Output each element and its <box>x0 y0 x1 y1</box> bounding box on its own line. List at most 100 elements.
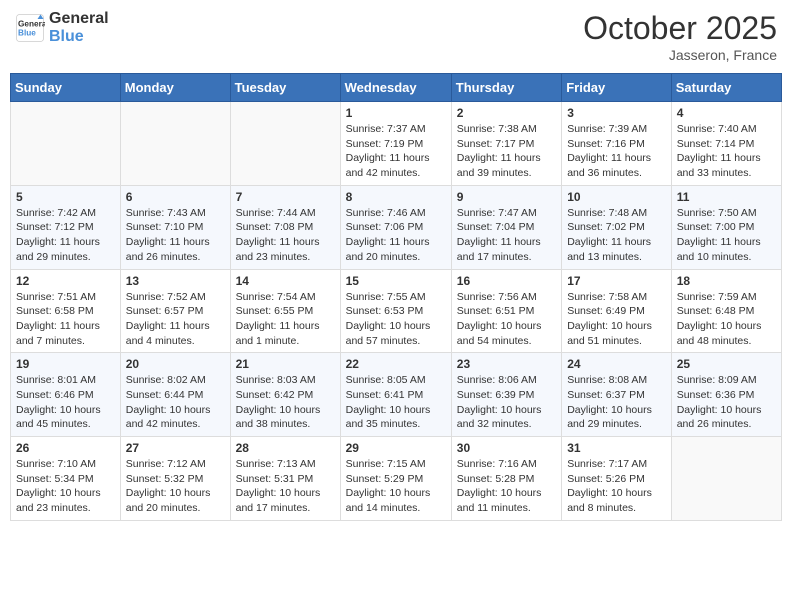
title-section: October 2025 Jasseron, France <box>583 10 777 63</box>
day-number: 3 <box>567 106 666 120</box>
day-number: 24 <box>567 357 666 371</box>
day-info: Sunrise: 8:01 AM Sunset: 6:46 PM Dayligh… <box>16 373 115 432</box>
day-info: Sunrise: 7:17 AM Sunset: 5:26 PM Dayligh… <box>567 457 666 516</box>
day-number: 2 <box>457 106 556 120</box>
calendar-cell: 31 Sunrise: 7:17 AM Sunset: 5:26 PM Dayli… <box>562 437 672 521</box>
day-number: 5 <box>16 190 115 204</box>
day-info: Sunrise: 7:37 AM Sunset: 7:19 PM Dayligh… <box>346 122 446 181</box>
day-info: Sunrise: 8:06 AM Sunset: 6:39 PM Dayligh… <box>457 373 556 432</box>
calendar-cell: 4Sunrise: 7:40 AM Sunset: 7:14 PM Daylig… <box>671 102 781 186</box>
svg-text:General: General <box>18 19 45 28</box>
day-info: Sunrise: 7:47 AM Sunset: 7:04 PM Dayligh… <box>457 206 556 265</box>
day-number: 16 <box>457 274 556 288</box>
logo-general-text: General <box>49 10 109 28</box>
day-number: 1 <box>346 106 446 120</box>
day-number: 8 <box>346 190 446 204</box>
calendar-week-5: 26Sunrise: 7:10 AM Sunset: 5:34 PM Dayli… <box>11 437 782 521</box>
day-number: 30 <box>457 441 556 455</box>
calendar-cell: 25 Sunrise: 8:09 AM Sunset: 6:36 PM Dayli… <box>671 353 781 437</box>
logo-icon: General Blue <box>15 13 45 43</box>
day-info: Sunrise: 7:15 AM Sunset: 5:29 PM Dayligh… <box>346 457 446 516</box>
calendar-cell: 10 Sunrise: 7:48 AM Sunset: 7:02 PM Dayli… <box>562 185 672 269</box>
day-info: Sunrise: 7:51 AM Sunset: 6:58 PM Dayligh… <box>16 290 115 349</box>
day-header-saturday: Saturday <box>671 74 781 102</box>
calendar-week-2: 5 Sunrise: 7:42 AM Sunset: 7:12 PM Daylig… <box>11 185 782 269</box>
calendar-cell: 21Sunrise: 8:03 AM Sunset: 6:42 PM Dayli… <box>230 353 340 437</box>
calendar-cell: 30 Sunrise: 7:16 AM Sunset: 5:28 PM Dayli… <box>451 437 561 521</box>
calendar-cell: 19Sunrise: 8:01 AM Sunset: 6:46 PM Dayli… <box>11 353 121 437</box>
day-info: Sunrise: 8:05 AM Sunset: 6:41 PM Dayligh… <box>346 373 446 432</box>
day-info: Sunrise: 8:03 AM Sunset: 6:42 PM Dayligh… <box>236 373 335 432</box>
day-number: 18 <box>677 274 776 288</box>
calendar-cell: 27 Sunrise: 7:12 AM Sunset: 5:32 PM Dayli… <box>120 437 230 521</box>
day-number: 28 <box>236 441 335 455</box>
day-info: Sunrise: 7:52 AM Sunset: 6:57 PM Dayligh… <box>126 290 225 349</box>
day-info: Sunrise: 7:12 AM Sunset: 5:32 PM Dayligh… <box>126 457 225 516</box>
day-number: 22 <box>346 357 446 371</box>
day-info: Sunrise: 7:43 AM Sunset: 7:10 PM Dayligh… <box>126 206 225 265</box>
calendar-cell: 1 Sunrise: 7:37 AM Sunset: 7:19 PM Daylig… <box>340 102 451 186</box>
day-number: 7 <box>236 190 335 204</box>
day-number: 14 <box>236 274 335 288</box>
calendar-cell: 7 Sunrise: 7:44 AM Sunset: 7:08 PM Daylig… <box>230 185 340 269</box>
calendar-table: SundayMondayTuesdayWednesdayThursdayFrid… <box>10 73 782 521</box>
day-info: Sunrise: 7:48 AM Sunset: 7:02 PM Dayligh… <box>567 206 666 265</box>
calendar-cell: 23Sunrise: 8:06 AM Sunset: 6:39 PM Dayli… <box>451 353 561 437</box>
day-info: Sunrise: 7:39 AM Sunset: 7:16 PM Dayligh… <box>567 122 666 181</box>
day-header-monday: Monday <box>120 74 230 102</box>
calendar-cell: 12 Sunrise: 7:51 AM Sunset: 6:58 PM Dayli… <box>11 269 121 353</box>
calendar-cell: 13 Sunrise: 7:52 AM Sunset: 6:57 PM Dayli… <box>120 269 230 353</box>
calendar-cell: 18 Sunrise: 7:59 AM Sunset: 6:48 PM Dayli… <box>671 269 781 353</box>
day-number: 13 <box>126 274 225 288</box>
calendar-cell <box>11 102 121 186</box>
logo-blue-text: Blue <box>49 28 109 46</box>
logo-text: General Blue <box>49 10 109 45</box>
calendar-cell <box>230 102 340 186</box>
calendar-cell: 26Sunrise: 7:10 AM Sunset: 5:34 PM Dayli… <box>11 437 121 521</box>
calendar-cell: 16 Sunrise: 7:56 AM Sunset: 6:51 PM Dayli… <box>451 269 561 353</box>
day-number: 27 <box>126 441 225 455</box>
day-info: Sunrise: 7:16 AM Sunset: 5:28 PM Dayligh… <box>457 457 556 516</box>
day-info: Sunrise: 7:56 AM Sunset: 6:51 PM Dayligh… <box>457 290 556 349</box>
day-number: 6 <box>126 190 225 204</box>
day-number: 11 <box>677 190 776 204</box>
day-info: Sunrise: 7:54 AM Sunset: 6:55 PM Dayligh… <box>236 290 335 349</box>
calendar-cell: 8 Sunrise: 7:46 AM Sunset: 7:06 PM Daylig… <box>340 185 451 269</box>
day-info: Sunrise: 7:42 AM Sunset: 7:12 PM Dayligh… <box>16 206 115 265</box>
day-info: Sunrise: 8:09 AM Sunset: 6:36 PM Dayligh… <box>677 373 776 432</box>
logo: General Blue General Blue <box>15 10 109 45</box>
calendar-cell <box>120 102 230 186</box>
calendar-week-3: 12 Sunrise: 7:51 AM Sunset: 6:58 PM Dayli… <box>11 269 782 353</box>
day-info: Sunrise: 7:40 AM Sunset: 7:14 PM Dayligh… <box>677 122 776 181</box>
calendar-cell: 20Sunrise: 8:02 AM Sunset: 6:44 PM Dayli… <box>120 353 230 437</box>
calendar-cell: 29Sunrise: 7:15 AM Sunset: 5:29 PM Dayli… <box>340 437 451 521</box>
day-header-thursday: Thursday <box>451 74 561 102</box>
svg-text:Blue: Blue <box>18 28 36 37</box>
day-info: Sunrise: 7:46 AM Sunset: 7:06 PM Dayligh… <box>346 206 446 265</box>
day-number: 12 <box>16 274 115 288</box>
day-header-tuesday: Tuesday <box>230 74 340 102</box>
day-number: 31 <box>567 441 666 455</box>
day-info: Sunrise: 7:38 AM Sunset: 7:17 PM Dayligh… <box>457 122 556 181</box>
day-info: Sunrise: 7:50 AM Sunset: 7:00 PM Dayligh… <box>677 206 776 265</box>
calendar-week-1: 1 Sunrise: 7:37 AM Sunset: 7:19 PM Daylig… <box>11 102 782 186</box>
calendar-cell: 9Sunrise: 7:47 AM Sunset: 7:04 PM Daylig… <box>451 185 561 269</box>
calendar-cell: 28 Sunrise: 7:13 AM Sunset: 5:31 PM Dayli… <box>230 437 340 521</box>
day-info: Sunrise: 7:13 AM Sunset: 5:31 PM Dayligh… <box>236 457 335 516</box>
calendar-cell: 14 Sunrise: 7:54 AM Sunset: 6:55 PM Dayli… <box>230 269 340 353</box>
day-number: 25 <box>677 357 776 371</box>
calendar-cell <box>671 437 781 521</box>
day-number: 26 <box>16 441 115 455</box>
calendar-cell: 24 Sunrise: 8:08 AM Sunset: 6:37 PM Dayli… <box>562 353 672 437</box>
day-number: 15 <box>346 274 446 288</box>
calendar-cell: 3 Sunrise: 7:39 AM Sunset: 7:16 PM Daylig… <box>562 102 672 186</box>
calendar-cell: 15 Sunrise: 7:55 AM Sunset: 6:53 PM Dayli… <box>340 269 451 353</box>
day-info: Sunrise: 7:59 AM Sunset: 6:48 PM Dayligh… <box>677 290 776 349</box>
day-number: 10 <box>567 190 666 204</box>
day-header-friday: Friday <box>562 74 672 102</box>
day-info: Sunrise: 7:55 AM Sunset: 6:53 PM Dayligh… <box>346 290 446 349</box>
calendar-cell: 2 Sunrise: 7:38 AM Sunset: 7:17 PM Daylig… <box>451 102 561 186</box>
day-number: 20 <box>126 357 225 371</box>
day-info: Sunrise: 7:44 AM Sunset: 7:08 PM Dayligh… <box>236 206 335 265</box>
day-info: Sunrise: 8:08 AM Sunset: 6:37 PM Dayligh… <box>567 373 666 432</box>
